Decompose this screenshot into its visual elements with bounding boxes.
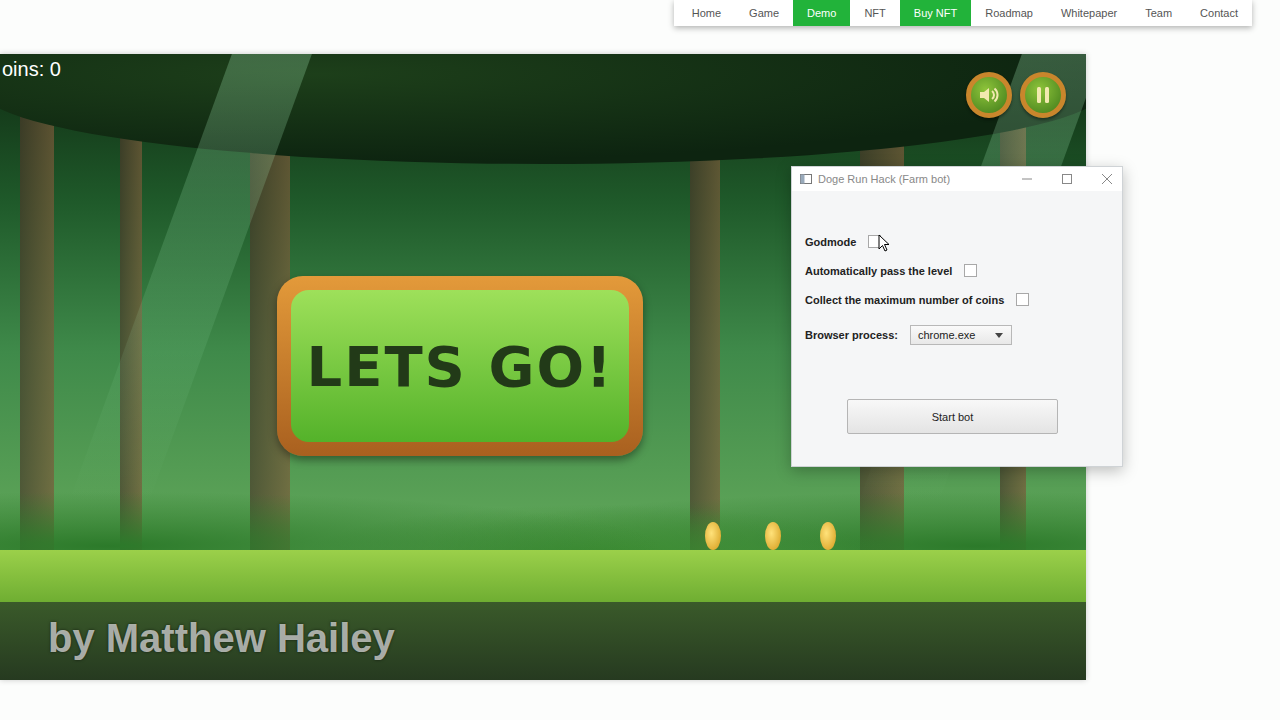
browser-process-select[interactable]: chrome.exe	[910, 325, 1012, 345]
nav-item[interactable]: Roadmap	[971, 0, 1047, 26]
watermark: by Matthew Hailey	[48, 616, 395, 661]
checkbox[interactable]	[1016, 293, 1029, 306]
top-nav: HomeGameDemoNFTBuy NFTRoadmapWhitepaperT…	[674, 0, 1252, 26]
title-bar[interactable]: Doge Run Hack (Farm bot)	[792, 167, 1122, 191]
nav-item[interactable]: NFT	[850, 0, 899, 26]
page: HomeGameDemoNFTBuy NFTRoadmapWhitepaperT…	[0, 0, 1280, 720]
speaker-icon	[977, 83, 1001, 107]
mouse-cursor-icon	[878, 234, 890, 252]
coin-icon	[765, 522, 781, 550]
app-icon	[800, 174, 812, 184]
start-bot-button[interactable]: Start bot	[847, 399, 1058, 434]
close-icon[interactable]	[1102, 174, 1112, 184]
nav-item[interactable]: Team	[1131, 0, 1186, 26]
maximize-icon[interactable]	[1062, 174, 1072, 184]
tree-canopy	[0, 54, 1086, 164]
chevron-down-icon	[995, 333, 1003, 338]
nav-item[interactable]: Contact	[1186, 0, 1252, 26]
nav-item[interactable]: Game	[735, 0, 793, 26]
window-title: Doge Run Hack (Farm bot)	[818, 173, 1016, 185]
nav-item[interactable]: Home	[678, 0, 735, 26]
process-label: Browser process:	[805, 329, 898, 341]
option-label: Godmode	[805, 236, 856, 248]
coin-icon	[820, 522, 836, 550]
nav-item[interactable]: Demo	[793, 0, 850, 26]
checkbox[interactable]	[964, 264, 977, 277]
option-label: Collect the maximum number of coins	[805, 294, 1004, 306]
coin-icon	[705, 522, 721, 550]
nav-item[interactable]: Buy NFT	[900, 0, 971, 26]
option-row[interactable]: Godmode	[805, 227, 1108, 256]
sound-button[interactable]	[966, 72, 1012, 118]
hack-window[interactable]: Doge Run Hack (Farm bot) Godmode Automatic…	[791, 166, 1123, 467]
nav-item[interactable]: Whitepaper	[1047, 0, 1131, 26]
option-label: Automatically pass the level	[805, 265, 952, 277]
lets-go-sign: LETS GO!	[277, 276, 643, 456]
pause-button[interactable]	[1020, 72, 1066, 118]
grass-ground	[0, 550, 1086, 602]
minimize-icon[interactable]	[1022, 174, 1032, 184]
select-value: chrome.exe	[918, 329, 975, 341]
pause-icon	[1032, 84, 1054, 106]
option-row[interactable]: Automatically pass the level	[805, 256, 1108, 285]
coins-counter: oins: 0	[2, 58, 61, 81]
option-row[interactable]: Collect the maximum number of coins	[805, 285, 1108, 314]
